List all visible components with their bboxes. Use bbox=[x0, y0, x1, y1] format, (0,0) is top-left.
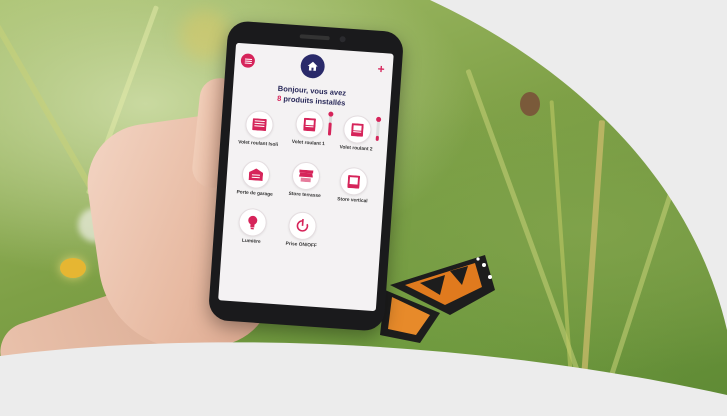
device-label: Store vertical bbox=[337, 197, 368, 205]
device-tile-volet-2[interactable]: Volet roulant 2 bbox=[333, 114, 381, 154]
device-tile-volet-isoli[interactable]: Volet roulant Isoli bbox=[235, 109, 283, 149]
light-icon bbox=[237, 207, 268, 238]
menu-icon[interactable] bbox=[240, 53, 256, 69]
phone-camera bbox=[339, 36, 346, 43]
device-label: Volet roulant 2 bbox=[339, 145, 373, 153]
shutter-icon bbox=[294, 109, 325, 140]
device-label: Store terrasse bbox=[288, 191, 321, 200]
device-tile-prise[interactable]: Prise ON/OFF bbox=[278, 210, 326, 250]
add-device-button[interactable]: + bbox=[377, 62, 385, 76]
smartphone: + Bonjour, vous avez 8 produits installé… bbox=[207, 20, 405, 332]
device-label: Volet roulant 1 bbox=[291, 139, 325, 148]
device-label: Prise ON/OFF bbox=[285, 241, 317, 249]
home-icon[interactable] bbox=[299, 53, 326, 80]
app-screen: + Bonjour, vous avez 8 produits installé… bbox=[218, 42, 394, 312]
device-tile-store-vertical[interactable]: Store vertical bbox=[329, 166, 377, 206]
device-tile-store-terrasse[interactable]: Store terrasse bbox=[281, 160, 329, 200]
roller-shutter-icon bbox=[244, 109, 275, 140]
awning-icon bbox=[291, 161, 321, 191]
shutter-icon bbox=[342, 114, 373, 145]
phone-speaker bbox=[299, 34, 330, 41]
device-tile-porte-garage[interactable]: Porte de garage bbox=[231, 159, 279, 199]
device-label: Porte de garage bbox=[236, 190, 273, 198]
device-tile-lumiere[interactable]: Lumière bbox=[228, 207, 276, 247]
flower-bud bbox=[60, 258, 86, 278]
device-grid: Volet roulant Isoli Volet roulant 1 Vole… bbox=[232, 109, 390, 249]
product-count: 8 bbox=[276, 93, 282, 104]
vertical-blind-icon bbox=[338, 166, 369, 197]
device-label: Lumière bbox=[241, 238, 261, 245]
slider-fill bbox=[375, 135, 380, 141]
plug-icon bbox=[287, 210, 318, 241]
device-tile-volet-1[interactable]: Volet roulant 1 bbox=[285, 109, 333, 149]
device-label: Volet roulant Isoli bbox=[238, 140, 279, 148]
garage-door-icon bbox=[241, 159, 271, 190]
